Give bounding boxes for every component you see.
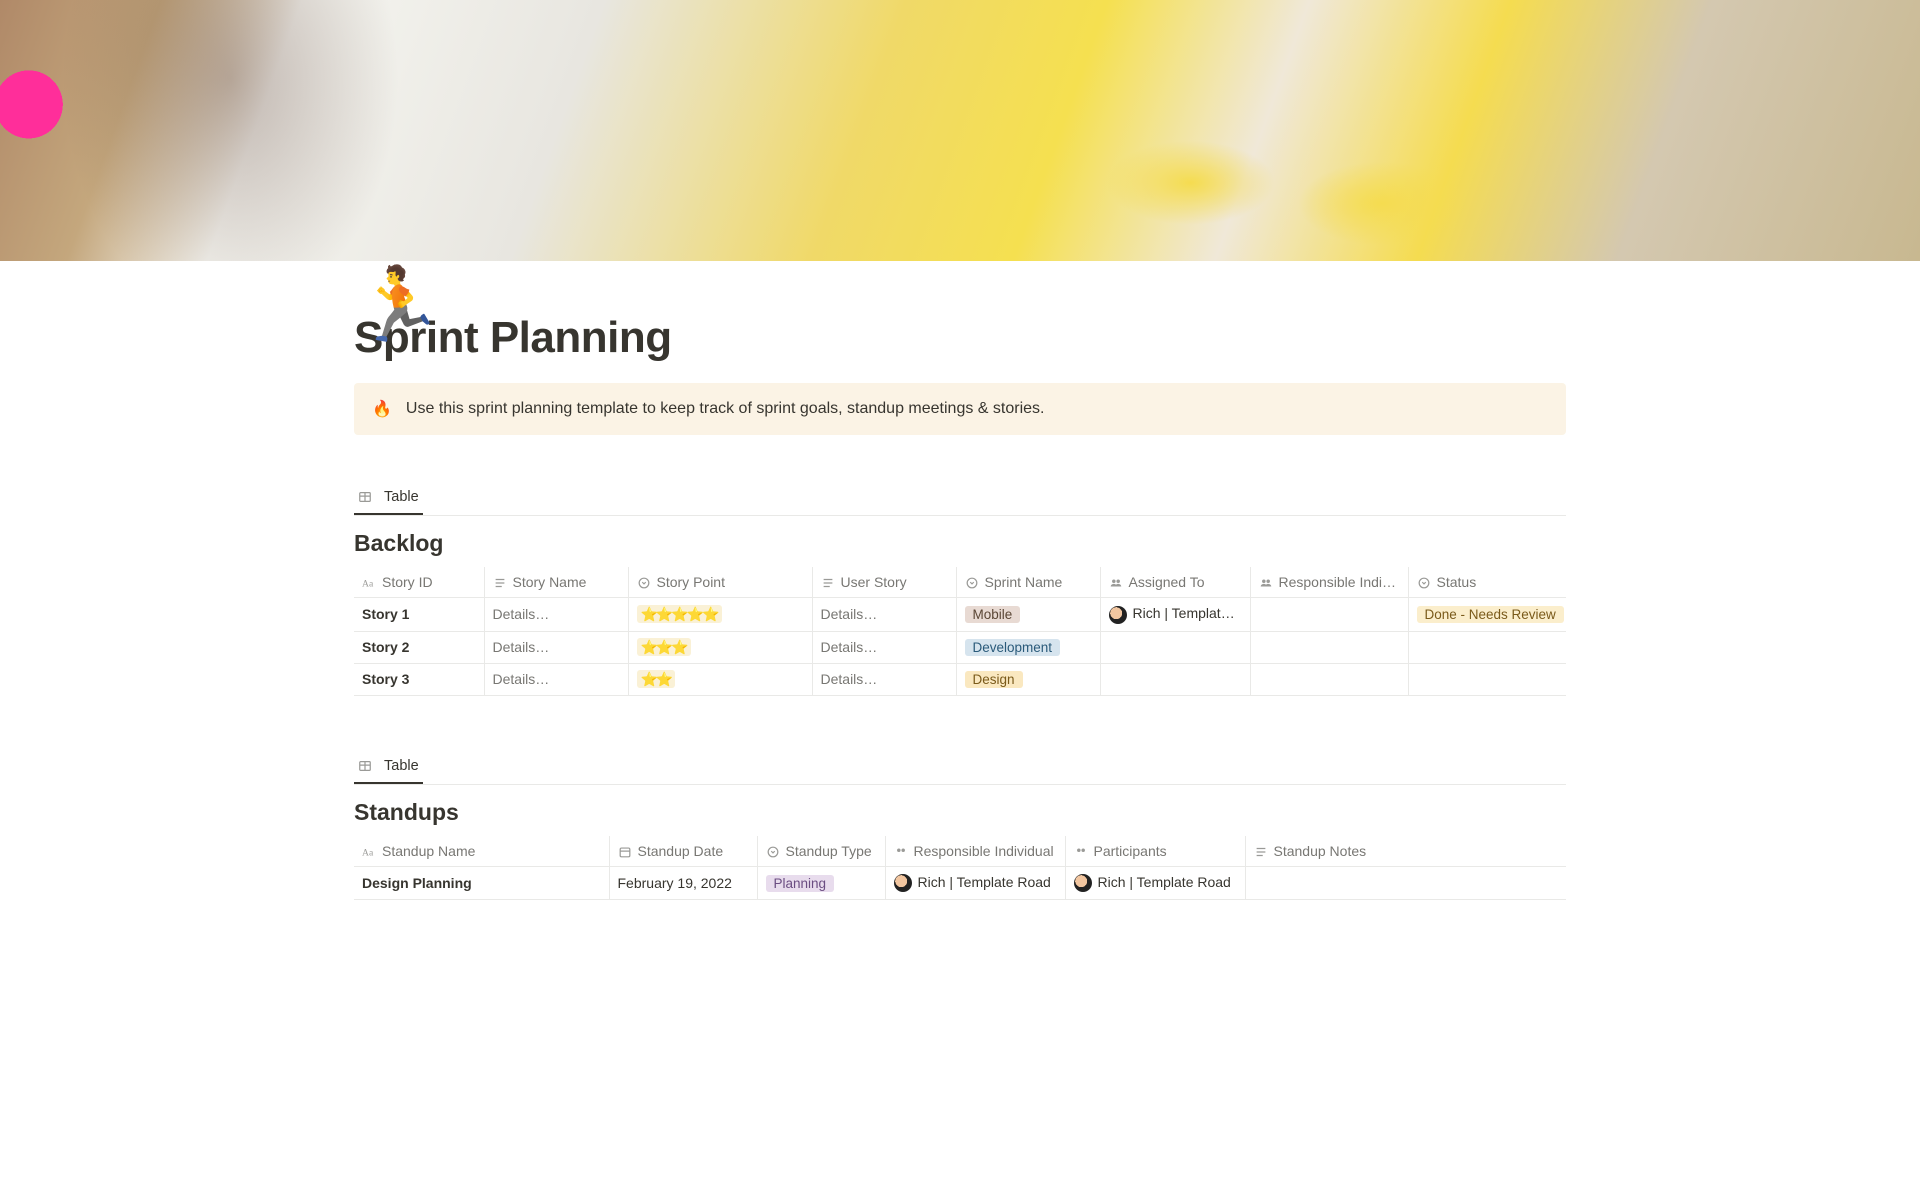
- cell-status[interactable]: Done - Needs Review: [1408, 598, 1566, 631]
- title-icon: Aa: [362, 845, 376, 859]
- cell-user-story[interactable]: Details…: [812, 631, 956, 663]
- col-standup-participants[interactable]: Participants: [1065, 836, 1245, 867]
- title-icon: Aa: [362, 576, 376, 590]
- cell-story-id[interactable]: Story 3: [354, 663, 484, 695]
- col-status[interactable]: Status: [1408, 567, 1566, 598]
- standups-title[interactable]: Standups: [354, 799, 1566, 826]
- cell-story-id[interactable]: Story 1: [354, 598, 484, 631]
- avatar: [1109, 606, 1127, 624]
- col-standup-responsible[interactable]: Responsible Individual: [885, 836, 1065, 867]
- cell-status[interactable]: [1408, 663, 1566, 695]
- text-icon: [1254, 845, 1268, 859]
- col-user-story[interactable]: User Story: [812, 567, 956, 598]
- people-icon: [1074, 845, 1088, 859]
- tab-table[interactable]: Table: [354, 483, 423, 515]
- text-icon: [493, 576, 507, 590]
- people-icon: [1259, 576, 1273, 590]
- cell-sprint-name[interactable]: Mobile: [956, 598, 1100, 631]
- cell-assigned-to[interactable]: [1100, 631, 1250, 663]
- cell-story-point[interactable]: ⭐️⭐️⭐️: [628, 631, 812, 663]
- cover-image: [0, 0, 1920, 261]
- cell-story-name[interactable]: Details…: [484, 598, 628, 631]
- standups-tab-label: Table: [384, 758, 419, 774]
- svg-text:Aa: Aa: [362, 847, 374, 858]
- people-icon: [1109, 576, 1123, 590]
- select-icon: [1417, 576, 1431, 590]
- cell-standup-type[interactable]: Planning: [757, 866, 885, 899]
- backlog-header-row: AaStory ID Story Name Story Point User S…: [354, 567, 1566, 598]
- table-row[interactable]: Story 3Details…⭐️⭐️Details…Design: [354, 663, 1566, 695]
- cell-standup-participants[interactable]: Rich | Template Road: [1065, 866, 1245, 899]
- backlog-title[interactable]: Backlog: [354, 530, 1566, 557]
- backlog-tab-label: Table: [384, 489, 419, 505]
- col-assigned-to[interactable]: Assigned To: [1100, 567, 1250, 598]
- col-standup-date[interactable]: Standup Date: [609, 836, 757, 867]
- standups-header-row: AaStandup Name Standup Date Standup Type…: [354, 836, 1566, 867]
- cell-standup-date[interactable]: February 19, 2022: [609, 866, 757, 899]
- table-icon: [358, 759, 372, 773]
- cell-story-point[interactable]: ⭐️⭐️: [628, 663, 812, 695]
- callout-block[interactable]: 🔥 Use this sprint planning template to k…: [354, 383, 1566, 435]
- cell-assigned-to[interactable]: [1100, 663, 1250, 695]
- cell-standup-responsible[interactable]: Rich | Template Road: [885, 866, 1065, 899]
- cell-responsible[interactable]: [1250, 663, 1408, 695]
- col-standup-type[interactable]: Standup Type: [757, 836, 885, 867]
- cell-status[interactable]: [1408, 631, 1566, 663]
- people-icon: [894, 845, 908, 859]
- cell-responsible[interactable]: [1250, 598, 1408, 631]
- cell-sprint-name[interactable]: Design: [956, 663, 1100, 695]
- col-sprint-name[interactable]: Sprint Name: [956, 567, 1100, 598]
- col-standup-name[interactable]: AaStandup Name: [354, 836, 609, 867]
- cell-user-story[interactable]: Details…: [812, 598, 956, 631]
- callout-text: Use this sprint planning template to kee…: [406, 400, 1045, 418]
- col-responsible[interactable]: Responsible Individual: [1250, 567, 1408, 598]
- cell-story-id[interactable]: Story 2: [354, 631, 484, 663]
- cell-assigned-to[interactable]: Rich | Template Roa: [1100, 598, 1250, 631]
- tab-table[interactable]: Table: [354, 752, 423, 784]
- col-standup-notes[interactable]: Standup Notes: [1245, 836, 1566, 867]
- cell-story-name[interactable]: Details…: [484, 663, 628, 695]
- cell-responsible[interactable]: [1250, 631, 1408, 663]
- backlog-tabs: Table: [354, 483, 1566, 516]
- table-row[interactable]: Story 2Details…⭐️⭐️⭐️Details…Development: [354, 631, 1566, 663]
- select-icon: [637, 576, 651, 590]
- cell-sprint-name[interactable]: Development: [956, 631, 1100, 663]
- col-story-point[interactable]: Story Point: [628, 567, 812, 598]
- col-story-name[interactable]: Story Name: [484, 567, 628, 598]
- table-icon: [358, 490, 372, 504]
- date-icon: [618, 845, 632, 859]
- cell-standup-name[interactable]: Design Planning: [354, 866, 609, 899]
- cell-standup-notes[interactable]: [1245, 866, 1566, 899]
- avatar: [1074, 874, 1092, 892]
- text-icon: [821, 576, 835, 590]
- page-icon[interactable]: 🏃: [354, 269, 444, 341]
- select-icon: [965, 576, 979, 590]
- standups-tabs: Table: [354, 752, 1566, 785]
- table-row[interactable]: Design PlanningFebruary 19, 2022Planning…: [354, 866, 1566, 899]
- cell-story-name[interactable]: Details…: [484, 631, 628, 663]
- page-title[interactable]: Sprint Planning: [354, 313, 1566, 363]
- avatar: [894, 874, 912, 892]
- select-icon: [766, 845, 780, 859]
- cell-user-story[interactable]: Details…: [812, 663, 956, 695]
- backlog-table: AaStory ID Story Name Story Point User S…: [354, 567, 1566, 696]
- col-story-id[interactable]: AaStory ID: [354, 567, 484, 598]
- table-row[interactable]: Story 1Details…⭐️⭐️⭐️⭐️⭐️Details…MobileR…: [354, 598, 1566, 631]
- fire-icon: 🔥: [372, 399, 392, 419]
- standups-table: AaStandup Name Standup Date Standup Type…: [354, 836, 1566, 901]
- svg-text:Aa: Aa: [362, 579, 374, 590]
- cell-story-point[interactable]: ⭐️⭐️⭐️⭐️⭐️: [628, 598, 812, 631]
